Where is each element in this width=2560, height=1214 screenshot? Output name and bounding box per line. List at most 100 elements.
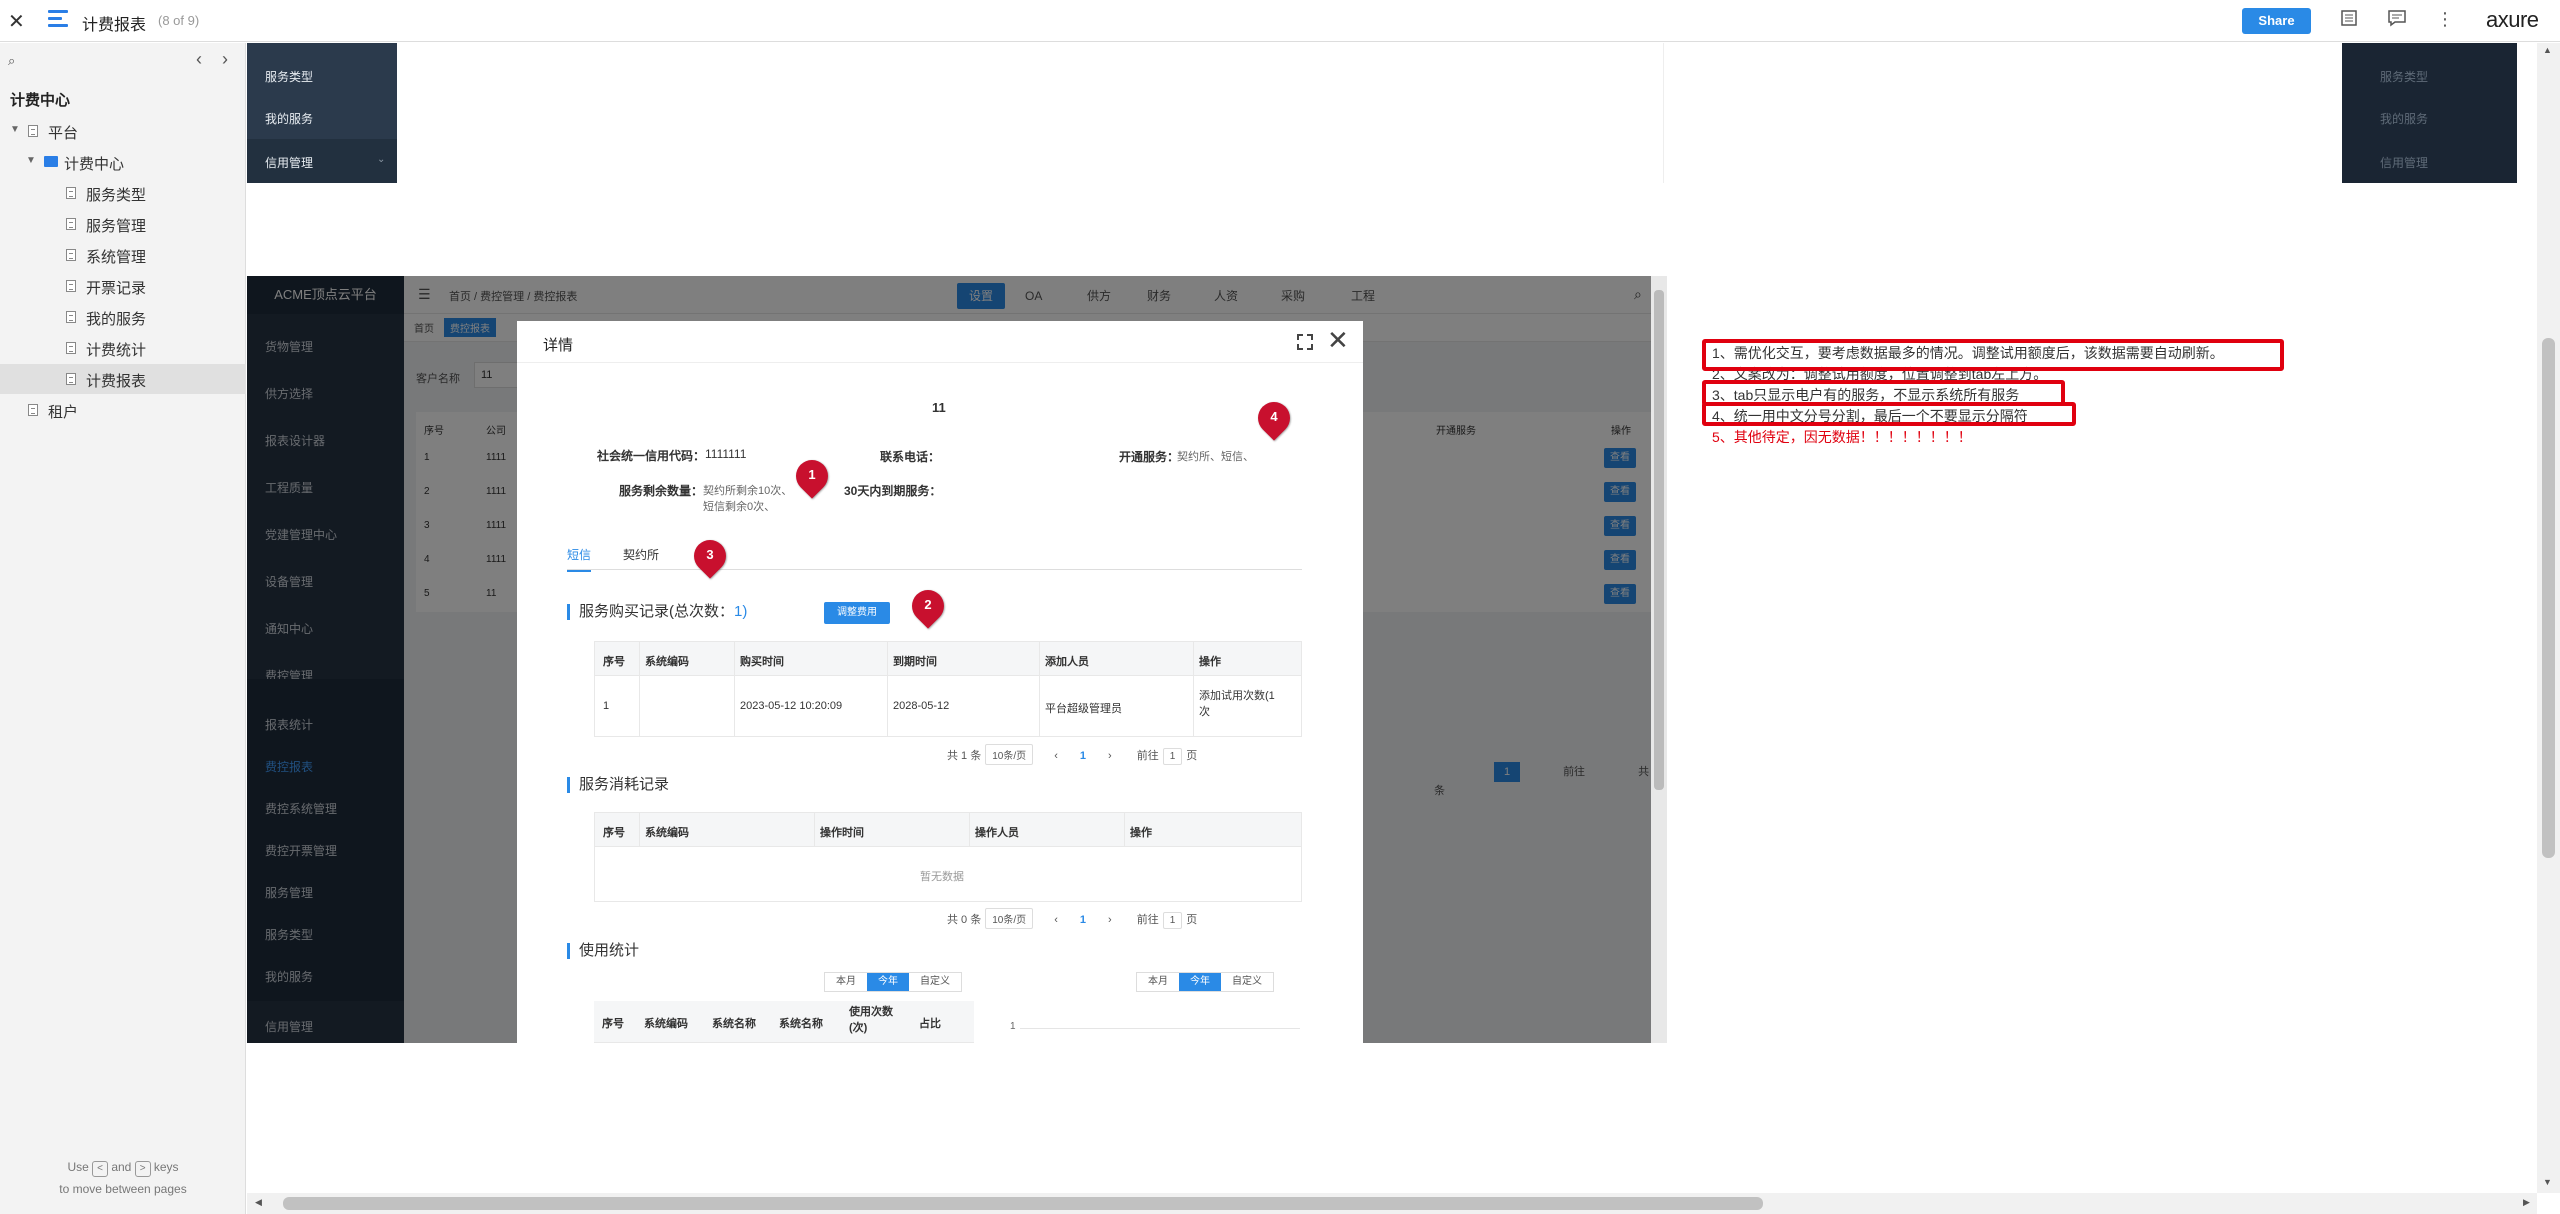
tree-item-1[interactable]: ▼ 平台 xyxy=(0,116,246,146)
app-scrollbar[interactable] xyxy=(1651,276,1667,1043)
page-icon xyxy=(66,218,76,230)
purchase-cell: 2023-05-12 10:20:09 xyxy=(740,700,843,712)
empty-text: 暂无数据 xyxy=(920,871,964,883)
tree-item-label: 服务管理 xyxy=(86,218,147,235)
annotation-pin-1[interactable]: 1 xyxy=(789,453,835,499)
prototype-canvas: 服务类型 我的服务 信用管理 ⌄ 服务类型 我的服务 信用管理 ACME顶点云平… xyxy=(247,43,2537,1193)
purchase-table: 序号 系统编码 购买时间 到期时间 添加人员 操作 1 2023-05-12 10:20:0… xyxy=(594,641,1302,737)
purchase-col-header: 系统编码 xyxy=(645,656,689,668)
close-icon[interactable]: ✕ xyxy=(8,9,25,34)
usage-col-header: 系统名称 xyxy=(779,1018,823,1030)
pages-icon[interactable] xyxy=(2338,9,2360,31)
page-icon xyxy=(66,311,76,323)
navigation-hint: Use < and > keys to move between pages xyxy=(59,1160,187,1196)
comments-icon[interactable] xyxy=(2386,9,2408,31)
tree-item-label: 服务类型 xyxy=(86,187,147,204)
folder-icon xyxy=(44,156,58,167)
tree-item-2[interactable]: ▼ 计费中心 xyxy=(0,147,246,177)
annotation-pin-3[interactable]: 3 xyxy=(687,533,733,579)
consume-col-header: 操作 xyxy=(1130,827,1152,839)
page-icon xyxy=(66,280,76,292)
share-button[interactable]: Share xyxy=(2242,8,2311,34)
consume-pager: 共 0 条 10条/页 ‹ 1 › 前往 1 页 xyxy=(947,908,1197,929)
top-bar: ✕ 计费报表 (8 of 9) Share ⋮ axure xyxy=(0,0,2560,42)
tree-item-label: 租户 xyxy=(48,404,79,421)
col-divider xyxy=(969,813,970,847)
app-screenshot: ACME顶点云平台 货物管理供方选择报表设计器工程质量党建管理中心设备管理通知中… xyxy=(247,276,1667,1043)
col-divider xyxy=(1193,642,1194,736)
more-icon[interactable]: ⋮ xyxy=(2434,9,2456,31)
modal-title: 详情 xyxy=(543,337,574,354)
tree-item-10[interactable]: 租户 xyxy=(0,395,246,425)
expand-arrow-icon[interactable]: ▼ xyxy=(10,124,20,135)
key-prev-icon: < xyxy=(92,1161,108,1177)
search-icon[interactable]: ⌕ xyxy=(8,53,15,69)
preview-nav-right: 服务类型 我的服务 信用管理 xyxy=(2342,43,2517,183)
tree-item-5[interactable]: 系统管理 xyxy=(0,240,246,270)
purchase-cell: 2028-05-12 xyxy=(893,700,950,712)
modal-header: 详情 ✕ xyxy=(517,321,1363,363)
fullscreen-icon[interactable] xyxy=(1297,334,1313,350)
page-icon xyxy=(66,373,76,385)
page-title: 计费报表 xyxy=(82,17,147,34)
tree-item-label: 我的服务 xyxy=(86,311,147,328)
annotation-pin-2[interactable]: 2 xyxy=(905,583,951,629)
vertical-scrollbar[interactable]: ▲ ▼ xyxy=(2537,43,2560,1193)
tree-item-7[interactable]: 我的服务 xyxy=(0,302,246,332)
note-4-highlight xyxy=(1702,402,2076,426)
company-name: 11 xyxy=(932,400,946,415)
tree-item-label: 计费统计 xyxy=(86,342,147,359)
note-5: 5、其他待定，因无数据！！！！！！！！ xyxy=(1712,429,1972,445)
detail-modal: 详情 ✕ 11 社会统一信用代码： 1111111 联系电话： 开通服务： 契约… xyxy=(517,321,1363,1043)
page-icon xyxy=(66,187,76,199)
hamburger-menu-icon[interactable] xyxy=(48,10,68,30)
usage-col-header: 系统编码 xyxy=(644,1018,688,1030)
tree-item-9[interactable]: 计费报表 xyxy=(0,364,246,394)
open-services: 契约所、短信、 xyxy=(1177,451,1254,463)
usage-table: 序号 系统编码 系统名称 系统名称 使用次数(次) 占比 xyxy=(594,1001,974,1043)
tree-item-label: 平台 xyxy=(48,125,79,142)
tab-sms[interactable]: 短信 xyxy=(567,546,592,572)
tree-root-title: 计费中心 xyxy=(10,92,71,109)
adjust-fee-button[interactable]: 调整费用 xyxy=(824,602,890,624)
purchase-col-header: 购买时间 xyxy=(740,656,784,668)
purchase-col-header: 序号 xyxy=(603,656,625,668)
page-icon xyxy=(66,342,76,354)
col-divider xyxy=(1124,813,1125,847)
col-divider xyxy=(1039,642,1040,736)
prev-page-icon[interactable]: ‹ xyxy=(196,49,202,70)
col-divider xyxy=(734,642,735,736)
tab-contract[interactable]: 契约所 xyxy=(623,546,659,563)
usage-col-header: 序号 xyxy=(602,1018,624,1030)
purchase-col-header: 添加人员 xyxy=(1045,656,1089,668)
tree-item-8[interactable]: 计费统计 xyxy=(0,333,246,363)
credit-code: 1111111 xyxy=(705,447,747,461)
tree-item-4[interactable]: 服务管理 xyxy=(0,209,246,239)
axure-logo: axure xyxy=(2486,7,2539,32)
consume-title: 服务消耗记录 xyxy=(567,777,669,793)
tree-item-label: 开票记录 xyxy=(86,280,147,297)
purchase-cell: 1 xyxy=(603,700,610,712)
col-divider xyxy=(887,642,888,736)
purchase-title: 服务购买记录(总次数：1) xyxy=(567,604,747,620)
usage-col-header: 系统名称 xyxy=(712,1018,756,1030)
preview-nav-left: 服务类型 我的服务 信用管理 ⌄ xyxy=(247,43,397,183)
tree-item-6[interactable]: 开票记录 xyxy=(0,271,246,301)
usage-col-header: 占比 xyxy=(919,1018,941,1030)
page-icon xyxy=(66,249,76,261)
annotation-pin-4[interactable]: 4 xyxy=(1251,395,1297,441)
consume-col-header: 操作人员 xyxy=(975,827,1019,839)
expand-arrow-icon[interactable]: ▼ xyxy=(26,155,36,166)
consume-col-header: 操作时间 xyxy=(820,827,864,839)
note-1-highlight xyxy=(1702,339,2284,371)
horizontal-scrollbar[interactable]: ◀ ▶ xyxy=(247,1193,2537,1214)
close-icon[interactable]: ✕ xyxy=(1327,327,1349,353)
purchase-col-header: 操作 xyxy=(1199,656,1221,668)
tree-item-3[interactable]: 服务类型 xyxy=(0,178,246,208)
next-page-icon[interactable]: › xyxy=(222,49,228,70)
col-divider xyxy=(814,813,815,847)
consume-col-header: 系统编码 xyxy=(645,827,689,839)
tree-item-label: 系统管理 xyxy=(86,249,147,266)
consume-table: 序号 系统编码 操作时间 操作人员 操作 暂无数据 xyxy=(594,812,1302,902)
purchase-cell[interactable]: 添加试用次数(1次 xyxy=(1199,688,1279,720)
